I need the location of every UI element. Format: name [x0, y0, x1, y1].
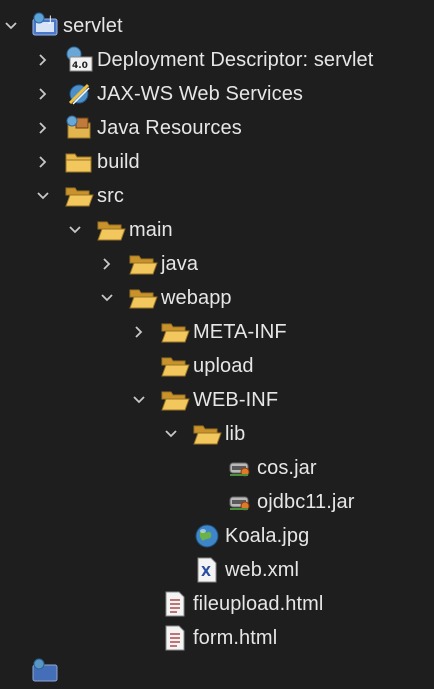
- tree-item-build[interactable]: build: [0, 145, 434, 179]
- tree-item-partial-bottom[interactable]: [0, 655, 434, 689]
- folder-open-icon: [64, 181, 94, 211]
- chevron-down-icon[interactable]: [32, 179, 54, 213]
- chevron-right-icon[interactable]: [32, 43, 54, 77]
- tree-item-label: META-INF: [193, 321, 287, 343]
- jar-icon: [224, 487, 254, 517]
- xml-file-icon: X: [192, 555, 222, 585]
- folder-open-icon: [160, 317, 190, 347]
- project-explorer-tree: J servlet 4.0 Deployment Descriptor: ser…: [0, 0, 434, 682]
- tree-item-label: Deployment Descriptor: servlet: [97, 49, 374, 71]
- chevron-right-icon[interactable]: [96, 247, 118, 281]
- tree-item-label: ojdbc11.jar: [257, 491, 355, 513]
- tree-item-web-inf[interactable]: WEB-INF: [0, 383, 434, 417]
- chevron-down-icon[interactable]: [64, 213, 86, 247]
- tree-item-deployment-descriptor[interactable]: 4.0 Deployment Descriptor: servlet: [0, 43, 434, 77]
- svg-text:4.0: 4.0: [72, 61, 88, 71]
- tree-item-label: cos.jar: [257, 457, 317, 479]
- tree-item-label: servlet: [63, 15, 123, 37]
- jar-icon: [224, 453, 254, 483]
- chevron-down-icon[interactable]: [160, 417, 182, 451]
- tree-item-lib[interactable]: lib: [0, 417, 434, 451]
- web-project-icon: [30, 657, 60, 687]
- chevron-right-icon[interactable]: [32, 145, 54, 179]
- tree-item-web-xml[interactable]: X web.xml: [0, 553, 434, 587]
- chevron-down-icon[interactable]: [0, 9, 22, 43]
- tree-item-src[interactable]: src: [0, 179, 434, 213]
- tree-item-label: WEB-INF: [193, 389, 279, 411]
- tree-item-form-html[interactable]: form.html: [0, 621, 434, 655]
- tree-item-label: build: [97, 151, 140, 173]
- chevron-right-icon[interactable]: [0, 0, 22, 2]
- tree-item-koala-jpg[interactable]: Koala.jpg: [0, 519, 434, 553]
- tree-item-label: web.xml: [225, 559, 300, 581]
- tree-item-label: webapp: [161, 287, 232, 309]
- tree-item-meta-inf[interactable]: META-INF: [0, 315, 434, 349]
- svg-text:X: X: [201, 565, 211, 580]
- folder-icon: [64, 147, 94, 177]
- chevron-right-icon[interactable]: [128, 315, 150, 349]
- tree-item-java[interactable]: java: [0, 247, 434, 281]
- folder-open-icon: [128, 249, 158, 279]
- tree-item-label: fileupload.html: [193, 593, 324, 615]
- chevron-right-icon[interactable]: [32, 77, 54, 111]
- tree-item-label: Koala.jpg: [225, 525, 310, 547]
- tree-item-cos-jar[interactable]: cos.jar: [0, 451, 434, 485]
- tree-item-label: main: [129, 219, 173, 241]
- folder-open-icon: [160, 385, 190, 415]
- folder-open-icon: [160, 351, 190, 381]
- chevron-down-icon[interactable]: [128, 383, 150, 417]
- tree-item-servlet[interactable]: J servlet: [0, 9, 434, 43]
- web-services-icon: [64, 79, 94, 109]
- tree-item-label: Java Resources: [97, 117, 242, 139]
- chevron-right-icon[interactable]: [32, 111, 54, 145]
- html-file-icon: [160, 589, 190, 619]
- tree-item-webapp[interactable]: webapp: [0, 281, 434, 315]
- tree-item-upload[interactable]: upload: [0, 349, 434, 383]
- tree-item-main[interactable]: main: [0, 213, 434, 247]
- tree-item-label: form.html: [193, 627, 278, 649]
- java-resources-icon: [64, 113, 94, 143]
- svg-text:J: J: [48, 15, 52, 25]
- tree-item-ojdbc11-jar[interactable]: ojdbc11.jar: [0, 485, 434, 519]
- tree-item-partial-top[interactable]: [0, 0, 434, 2]
- folder-open-icon: [96, 215, 126, 245]
- web-project-icon: J: [30, 11, 60, 41]
- tree-item-label: src: [97, 185, 124, 207]
- folder-open-icon: [192, 419, 222, 449]
- chevron-down-icon[interactable]: [96, 281, 118, 315]
- tree-item-label: JAX-WS Web Services: [97, 83, 304, 105]
- tree-item-fileupload-html[interactable]: fileupload.html: [0, 587, 434, 621]
- tree-item-label: java: [161, 253, 199, 275]
- html-file-icon: [160, 623, 190, 653]
- folder-open-icon: [128, 283, 158, 313]
- tree-item-label: lib: [225, 423, 246, 445]
- deployment-descriptor-icon: 4.0: [64, 45, 94, 75]
- tree-item-java-resources[interactable]: Java Resources: [0, 111, 434, 145]
- image-globe-icon: [192, 521, 222, 551]
- tree-item-label: upload: [193, 355, 254, 377]
- tree-item-jax-ws[interactable]: JAX-WS Web Services: [0, 77, 434, 111]
